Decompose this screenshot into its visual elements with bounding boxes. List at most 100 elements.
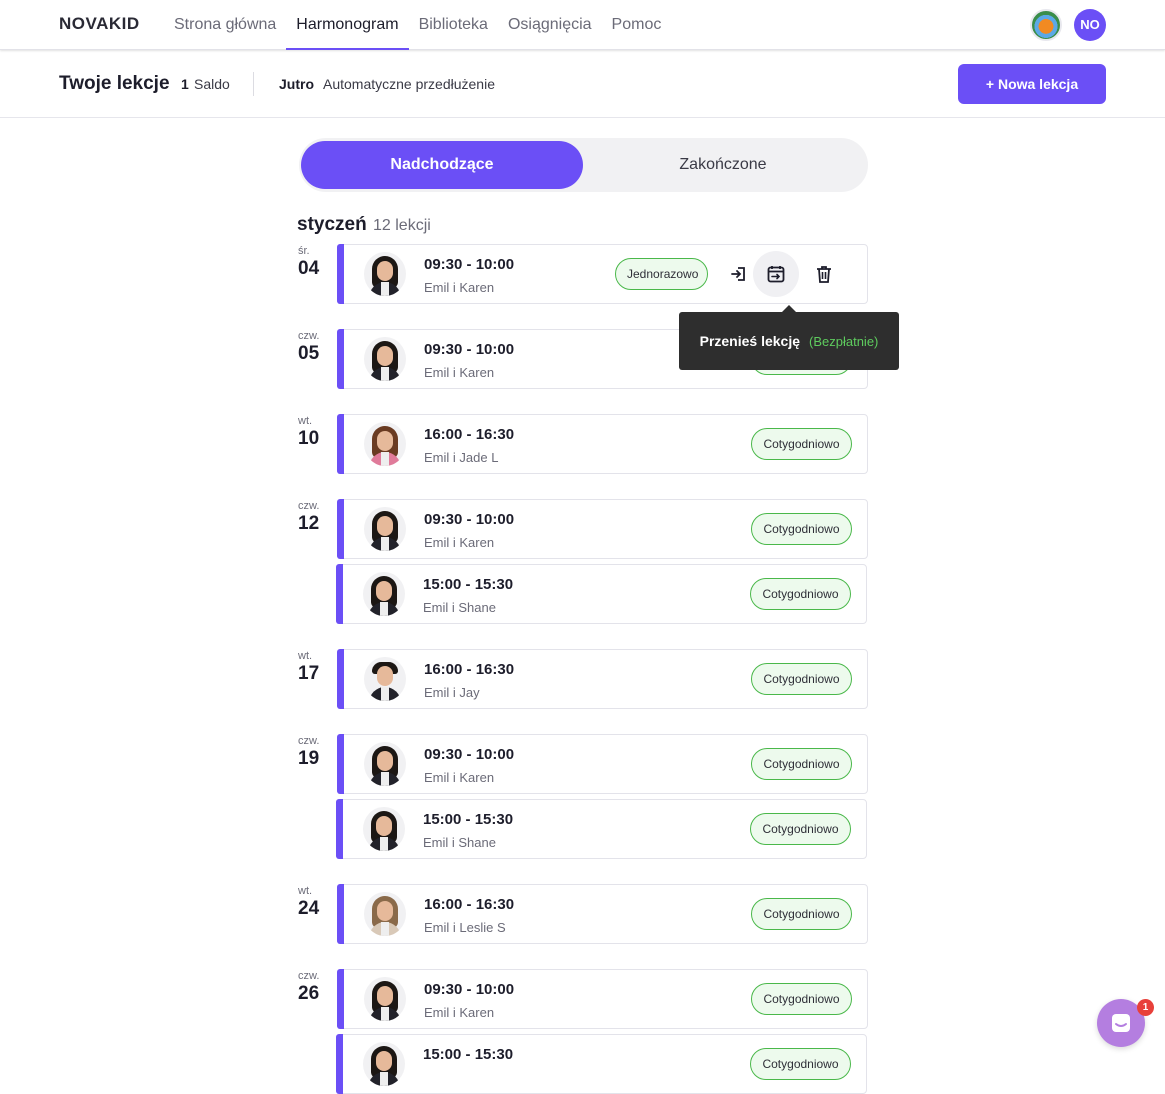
- lesson-time: 16:00 - 16:30: [424, 896, 515, 913]
- lesson-participants: Emil i Shane: [423, 835, 496, 850]
- teacher-avatar: [364, 892, 406, 936]
- lesson-time: 09:30 - 10:00: [424, 981, 515, 998]
- teacher-avatar: [364, 422, 406, 466]
- nav-item-achievements[interactable]: Osiągnięcia: [498, 0, 602, 50]
- lesson-card[interactable]: 09:30 - 10:00 Emil i Karen Jednorazowo: [337, 244, 868, 304]
- day-of-week: wt.: [298, 415, 313, 427]
- day-of-week: czw.: [298, 330, 320, 342]
- recurrence-badge: Cotygodniowo: [751, 983, 852, 1015]
- day-number: 24: [298, 898, 320, 919]
- auto-renewal-label: Automatyczne przedłużenie: [323, 76, 495, 92]
- novakid-logo[interactable]: NOVAKID: [59, 14, 140, 34]
- teacher-avatar: [364, 252, 406, 296]
- lesson-card[interactable]: 16:00 - 16:30 Emil i Leslie S Cotygodniowo: [337, 884, 868, 944]
- day-of-week: czw.: [298, 735, 320, 747]
- recurrence-badge: Cotygodniowo: [750, 578, 851, 610]
- user-avatar[interactable]: NO: [1074, 9, 1106, 41]
- lesson-card[interactable]: 15:00 - 15:30 Cotygodniowo: [336, 1034, 867, 1094]
- lesson-participants: Emil i Karen: [424, 365, 495, 380]
- lesson-participants: Emil i Leslie S: [424, 920, 506, 935]
- teacher-avatar: [363, 1042, 405, 1086]
- recurrence-badge: Cotygodniowo: [750, 1048, 851, 1080]
- new-lesson-button[interactable]: + Nowa lekcja: [958, 64, 1106, 104]
- lesson-time: 09:30 - 10:00: [424, 256, 515, 273]
- teacher-avatar: [364, 977, 406, 1021]
- day-label: czw. 26: [298, 970, 338, 1005]
- teacher-avatar: [364, 507, 406, 551]
- chat-icon: [1112, 1014, 1130, 1032]
- trash-button[interactable]: [801, 251, 847, 297]
- tomorrow-label: Jutro: [279, 76, 314, 92]
- recurrence-badge: Cotygodniowo: [750, 813, 851, 845]
- tooltip-text: Przenieś lekcję: [699, 333, 801, 349]
- day-number: 04: [298, 258, 320, 279]
- lesson-card[interactable]: 09:30 - 10:00 Emil i Karen Cotygodniowo: [337, 969, 868, 1029]
- day-number: 05: [298, 343, 320, 364]
- top-navigation-bar: NOVAKID Strona główna Harmonogram Biblio…: [0, 0, 1165, 50]
- day-number: 10: [298, 428, 320, 449]
- lesson-time: 09:30 - 10:00: [424, 511, 515, 528]
- day-of-week: śr.: [298, 245, 310, 257]
- day-number: 17: [298, 663, 320, 684]
- recurrence-badge: Cotygodniowo: [751, 663, 852, 695]
- lesson-participants: Emil i Karen: [424, 1005, 495, 1020]
- recurrence-badge: Cotygodniowo: [751, 513, 852, 545]
- day-label: czw. 12: [298, 500, 338, 535]
- lesson-tabs: Nadchodzące Zakończone: [299, 138, 868, 192]
- lesson-participants: Emil i Karen: [424, 280, 495, 295]
- teacher-avatar: [364, 337, 406, 381]
- chat-unread-badge: 1: [1137, 999, 1154, 1016]
- day-label: wt. 10: [298, 415, 338, 450]
- nav-item-schedule[interactable]: Harmonogram: [286, 0, 409, 50]
- nav-item-help[interactable]: Pomoc: [602, 0, 672, 50]
- teacher-avatar: [364, 657, 406, 701]
- lesson-card[interactable]: 16:00 - 16:30 Emil i Jay Cotygodniowo: [337, 649, 868, 709]
- enter-icon: [729, 264, 749, 284]
- reschedule-icon: [766, 264, 786, 284]
- recurrence-badge: Cotygodniowo: [751, 748, 852, 780]
- lesson-card[interactable]: 09:30 - 10:00 Emil i Karen Cotygodniowo: [337, 734, 868, 794]
- nav-item-home[interactable]: Strona główna: [164, 0, 286, 50]
- day-of-week: czw.: [298, 970, 320, 982]
- recurrence-badge: Jednorazowo: [615, 258, 708, 290]
- day-number: 19: [298, 748, 320, 769]
- trash-icon: [814, 264, 834, 284]
- balance-label: Saldo: [194, 76, 230, 92]
- day-number: 26: [298, 983, 320, 1004]
- main-nav: Strona główna Harmonogram Biblioteka Osi…: [164, 0, 671, 50]
- reschedule-button[interactable]: [753, 251, 799, 297]
- day-of-week: czw.: [298, 500, 320, 512]
- day-number: 12: [298, 513, 320, 534]
- day-label: czw. 05: [298, 330, 338, 365]
- lesson-card[interactable]: 16:00 - 16:30 Emil i Jade L Cotygodniowo: [337, 414, 868, 474]
- day-of-week: wt.: [298, 885, 313, 897]
- page-title: Twoje lekcje: [59, 73, 170, 94]
- month-heading: styczeń: [297, 214, 367, 235]
- day-label: wt. 24: [298, 885, 338, 920]
- teacher-avatar: [364, 742, 406, 786]
- child-avatar[interactable]: [1030, 9, 1062, 41]
- teacher-avatar: [363, 572, 405, 616]
- recurrence-badge: Cotygodniowo: [751, 898, 852, 930]
- lessons-header: Twoje lekcje 1 Saldo Jutro Automatyczne …: [0, 50, 1165, 118]
- lesson-time: 16:00 - 16:30: [424, 661, 515, 678]
- day-label: śr. 04: [298, 245, 338, 280]
- lesson-card[interactable]: 15:00 - 15:30 Emil i Shane Cotygodniowo: [336, 799, 867, 859]
- lesson-time: 16:00 - 16:30: [424, 426, 515, 443]
- lesson-participants: Emil i Karen: [424, 770, 495, 785]
- balance-value: 1: [181, 76, 189, 92]
- lesson-participants: Emil i Shane: [423, 600, 496, 615]
- lesson-card[interactable]: 15:00 - 15:30 Emil i Shane Cotygodniowo: [336, 564, 867, 624]
- tab-upcoming[interactable]: Nadchodzące: [301, 141, 583, 189]
- lesson-participants: Emil i Jay: [424, 685, 480, 700]
- tab-completed[interactable]: Zakończone: [582, 141, 864, 189]
- tooltip-free-label: (Bezpłatnie): [809, 333, 879, 349]
- lesson-time: 15:00 - 15:30: [423, 811, 514, 828]
- nav-item-library[interactable]: Biblioteka: [409, 0, 498, 50]
- lesson-participants: Emil i Karen: [424, 535, 495, 550]
- day-of-week: wt.: [298, 650, 313, 662]
- lesson-time: 09:30 - 10:00: [424, 341, 515, 358]
- lesson-card[interactable]: 09:30 - 10:00 Emil i Karen Cotygodniowo: [337, 499, 868, 559]
- recurrence-badge: Cotygodniowo: [751, 428, 852, 460]
- header-divider: [253, 72, 254, 96]
